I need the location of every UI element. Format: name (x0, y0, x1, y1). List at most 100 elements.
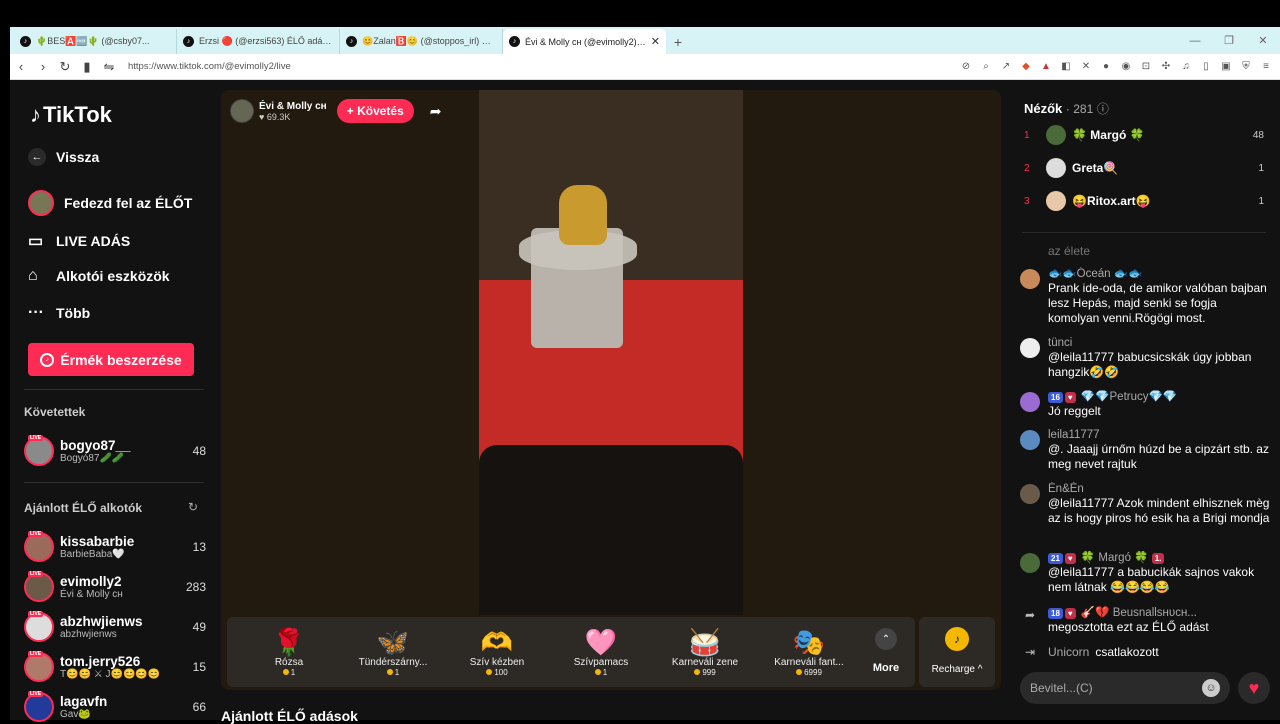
following-account[interactable]: LIVE bogyo87__ Bogyó87🥒🥒 48 (24, 434, 206, 468)
sidebar: ♪ TikTok ← Vissza Fedezd fel az ÉLŐT ▭ L… (10, 80, 220, 722)
url-field[interactable]: https://www.tiktok.com/@evimolly2/live (128, 57, 948, 77)
tiktok-favicon-icon: ♪ (509, 36, 520, 47)
top-viewer[interactable]: 1 🍀 Margó 🍀 48 (1024, 124, 1264, 146)
top-strip (0, 0, 1280, 27)
top-viewer[interactable]: 3 😝Ritox.art😝 1 (1024, 190, 1264, 212)
avatar[interactable] (1020, 553, 1040, 573)
extension-icon[interactable]: ◧ (1060, 61, 1072, 73)
minimize-icon[interactable]: — (1178, 27, 1212, 54)
close-window-icon[interactable]: ✕ (1246, 27, 1280, 54)
recommended-account[interactable]: LIVE abzhwjienws abzhwjienws 49 (24, 610, 206, 644)
viewers-header: Nézők · 281 ⓘ (1024, 101, 1109, 116)
rewards-icon[interactable]: ▲ (1040, 61, 1052, 73)
recommended-lives-title: Ajánlott ÉLŐ adások (221, 708, 358, 724)
gift-item[interactable]: 🥁 Karneváli zene 999 (653, 627, 757, 677)
avatar[interactable] (1020, 338, 1040, 358)
level-badge: 18 (1048, 608, 1063, 619)
browser-tab-bar: ♪ 🌵BES🅰️🆓🌵 (@csby07... ♪ Erzsi 🔴 (@erzsi… (10, 27, 1280, 54)
avatar[interactable] (1020, 484, 1040, 504)
streamer-name[interactable]: Évi & Molly ᴄʜ (259, 101, 327, 112)
forward-icon[interactable]: › (32, 59, 54, 74)
gift-item[interactable]: 🦋 Tündérszárny... 1 (341, 627, 445, 677)
extension-icon[interactable]: ⊡ (1140, 61, 1152, 73)
puzzle-icon[interactable]: ✣ (1160, 61, 1172, 73)
get-coins-button[interactable]: ♪ Érmék beszerzése (28, 343, 194, 376)
new-tab-button[interactable]: + (666, 29, 690, 54)
gift-bar: 🌹 Rózsa 1 🦋 Tündérszárny... 1 🫶 Szív kézben 10… (227, 617, 915, 687)
gift-item[interactable]: 🩷 Szívpamacs 1 (549, 627, 653, 677)
wallet-icon[interactable]: ▣ (1220, 61, 1232, 73)
reload-icon[interactable]: ↻ (54, 59, 76, 75)
extension-icon[interactable]: ◉ (1120, 61, 1132, 73)
recommended-account[interactable]: LIVE tom.jerry526 T😊😊 ⚔ J😊😊😊😊 15 (24, 650, 206, 684)
chat-message: 16 ♥ 💎💎Petrucy💎💎 Jó reggelt (1020, 390, 1270, 419)
sidebar-item-explore-live[interactable]: Fedezd fel az ÉLŐT (28, 190, 192, 216)
chat-message: 21 ♥ 🍀 Margó 🍀 1. @leila11777 a babucikák … (1020, 551, 1270, 595)
level-badge: 21 (1048, 553, 1063, 564)
follow-button[interactable]: + Követés (336, 99, 414, 123)
rose-icon: 🌹 (272, 627, 306, 657)
close-tab-icon[interactable]: ✕ (651, 35, 660, 48)
site-settings-icon[interactable]: ⇋ (98, 59, 120, 75)
coin-icon: ♪ (40, 352, 55, 367)
chat-message: 🐟🐟Óceán 🐟🐟 Prank ide-oda, de amikor valób… (1020, 267, 1270, 326)
sidebar-item-live[interactable]: ▭ LIVE ADÁS (28, 231, 130, 251)
gift-item[interactable]: 🌹 Rózsa 1 (237, 627, 341, 677)
gift-item[interactable]: 🎭 Karneváli fant... 6999 (757, 627, 861, 677)
extension-icon[interactable]: ● (1100, 61, 1112, 73)
back-link[interactable]: ← Vissza (28, 148, 99, 166)
translate-icon[interactable]: ⊘ (960, 61, 972, 73)
avatar (1046, 158, 1066, 178)
avatar[interactable] (1020, 430, 1040, 450)
gift-item[interactable]: 🫶 Szív kézben 100 (445, 627, 549, 677)
share-icon[interactable]: ↗ (1000, 61, 1012, 73)
browser-tab[interactable]: ♪ 😊Zalan🅱️😊 (@stoppos_irl) ÉLŐ adás (340, 29, 503, 54)
heart-hands-icon: 🫶 (480, 627, 514, 657)
help-icon[interactable]: ⓘ (1097, 102, 1109, 116)
zoom-icon[interactable]: ⌕ (980, 61, 992, 73)
like-heart-button[interactable]: ♥ (1238, 672, 1270, 704)
media-icon[interactable]: ♫ (1180, 61, 1192, 73)
browser-tab[interactable]: ♪ Erzsi 🔴 (@erzsi563) ÉLŐ adásban van (177, 29, 340, 54)
recharge-button[interactable]: ♪ Recharge ^ (919, 617, 995, 687)
tiktok-note-icon: ♪ (30, 102, 41, 127)
chat-message: tünci @leila11777 babucsicskák úgy jobban… (1020, 336, 1270, 380)
fan-badge: ♥ (1064, 608, 1076, 619)
divider (24, 482, 204, 483)
browser-tab-active[interactable]: ♪ Évi & Molly ᴄʜ (@evimolly2) ÉLŐ ✕ (503, 29, 666, 54)
sidebar-icon[interactable]: ▯ (1200, 61, 1212, 73)
share-icon[interactable]: ➦ (430, 103, 442, 120)
sidebar-item-creator-tools[interactable]: ⌂ Alkotói eszközök (28, 267, 170, 285)
chat-message: Én&Én @leila11777 Azok mindent elhisznek … (1020, 482, 1270, 526)
avatar[interactable] (1020, 392, 1040, 412)
avatar[interactable] (1020, 269, 1040, 289)
more-gifts-button[interactable]: ⌃ More (861, 628, 911, 676)
recommended-account[interactable]: LIVE kissabarbie BarbieBaba🤍 13 (24, 530, 206, 564)
bookmark-icon[interactable]: ▮ (76, 59, 98, 75)
vpn-icon[interactable]: ⛨ (1240, 61, 1252, 73)
fan-badge: ♥ (1064, 392, 1076, 403)
restore-icon[interactable]: ❐ (1212, 27, 1246, 54)
menu-icon[interactable]: ≡ (1260, 61, 1272, 73)
top-viewer[interactable]: 2 Greta🍭 1 (1024, 157, 1264, 179)
live-video[interactable] (479, 90, 743, 615)
tiktok-logo[interactable]: ♪ TikTok (30, 102, 112, 128)
recommended-account[interactable]: LIVE evimolly2 Évi & Molly ᴄʜ 283 (24, 570, 206, 604)
share-icon: ➦ (1024, 608, 1036, 622)
arrow-left-icon: ← (28, 148, 46, 166)
refresh-icon[interactable]: ↻ (188, 500, 198, 514)
recommended-account[interactable]: LIVE lagavfn Gav🐸 66 (24, 690, 206, 724)
chat-message-faded: az élete (1048, 244, 1091, 258)
extension-icon[interactable]: ✕ (1080, 61, 1092, 73)
sidebar-item-more[interactable]: ··· Több (28, 304, 90, 322)
browser-tab[interactable]: ♪ 🌵BES🅰️🆓🌵 (@csby07... (14, 29, 177, 54)
streamer-avatar[interactable] (230, 99, 254, 123)
chat-input[interactable]: Bevitel...(C) ☺ (1020, 672, 1230, 704)
emoji-icon[interactable]: ☺ (1202, 679, 1220, 697)
back-icon[interactable]: ‹ (10, 59, 32, 74)
butterfly-icon: 🦋 (376, 627, 410, 657)
camera-icon: ▭ (28, 233, 44, 250)
brave-shield-icon[interactable]: ◆ (1020, 61, 1032, 73)
avatar (1046, 191, 1066, 211)
recommended-creators-title: Ajánlott ÉLŐ alkotók (24, 501, 143, 515)
